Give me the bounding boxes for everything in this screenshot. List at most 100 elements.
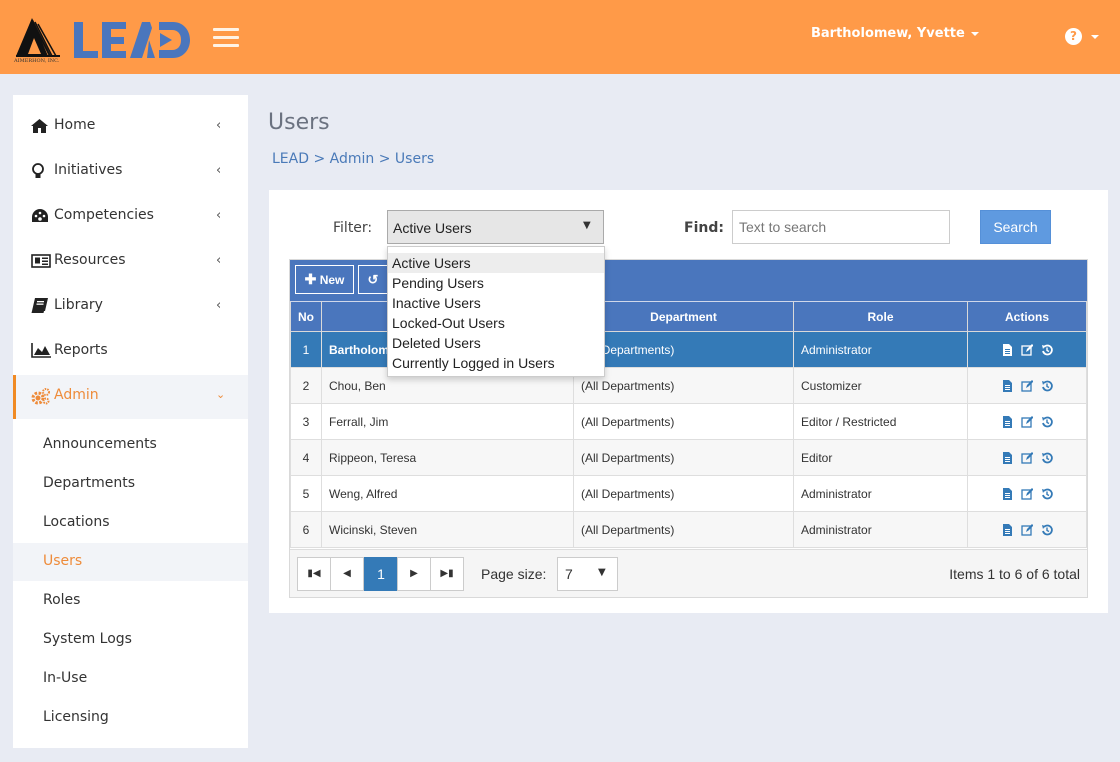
sidebar-item-admin[interactable]: Admin ⌄: [13, 375, 248, 419]
filter-option-inactive-users[interactable]: Inactive Users: [388, 293, 604, 313]
edit-icon[interactable]: [1021, 452, 1034, 464]
sidebar-subitem-announcements[interactable]: Announcements: [13, 426, 248, 464]
chevron-left-icon: ‹: [216, 298, 222, 313]
sidebar-item-initiatives[interactable]: Initiatives ‹: [13, 150, 248, 194]
last-page-button[interactable]: ▶▮: [430, 557, 464, 591]
cell-role: Administrator: [793, 511, 968, 548]
breadcrumb-lead[interactable]: LEAD: [272, 151, 309, 167]
first-page-button[interactable]: ▮◀: [297, 557, 331, 591]
hamburger-line: [213, 28, 239, 31]
sidebar-subitem-label: Departments: [43, 475, 136, 491]
breadcrumb-separator: >: [313, 151, 326, 167]
sidebar: Home ‹ Initiatives ‹ Competencies ‹ Reso…: [13, 95, 248, 748]
sidebar-subitem-label: Roles: [43, 592, 81, 608]
breadcrumb-admin[interactable]: Admin: [330, 151, 375, 167]
filter-dropdown-list: Active Users Pending Users Inactive User…: [387, 246, 605, 377]
sidebar-subitem-locations[interactable]: Locations: [13, 504, 248, 542]
filter-select[interactable]: Active Users ▼: [387, 210, 604, 244]
sidebar-item-home[interactable]: Home ‹: [13, 105, 248, 149]
user-menu[interactable]: Bartholomew, Yvette: [811, 26, 979, 41]
cell-no: 4: [290, 439, 322, 476]
cell-no: 5: [290, 475, 322, 512]
table-row[interactable]: 6 Wicinski, Steven (All Departments) Admini…: [290, 511, 1087, 548]
sidebar-item-label: Admin: [54, 387, 99, 403]
cell-department: (All Departments): [573, 403, 794, 440]
column-header-role[interactable]: Role: [793, 301, 968, 332]
sidebar-subitem-departments[interactable]: Departments: [13, 465, 248, 503]
view-document-icon[interactable]: [1001, 488, 1013, 501]
edit-icon[interactable]: [1021, 380, 1034, 392]
filter-option-deleted-users[interactable]: Deleted Users: [388, 333, 604, 353]
cell-actions: [967, 475, 1087, 512]
breadcrumb: LEAD > Admin > Users: [272, 151, 434, 167]
history-icon[interactable]: [1041, 452, 1053, 464]
cell-no: 3: [290, 403, 322, 440]
column-header-no[interactable]: No: [290, 301, 322, 332]
edit-icon[interactable]: [1021, 488, 1034, 500]
column-header-department[interactable]: Department: [573, 301, 794, 332]
reset-button[interactable]: ↺: [358, 265, 388, 294]
sidebar-item-label: Competencies: [54, 207, 154, 223]
chevron-left-icon: ‹: [216, 163, 222, 178]
page-title: Users: [268, 110, 330, 135]
history-icon[interactable]: [1041, 380, 1053, 392]
search-button[interactable]: Search: [980, 210, 1051, 244]
chevron-left-icon: ‹: [216, 208, 222, 223]
view-document-icon[interactable]: [1001, 524, 1013, 537]
app-logo[interactable]: [72, 20, 194, 60]
history-icon[interactable]: [1041, 416, 1053, 428]
page-size-value: 7: [565, 566, 573, 582]
view-document-icon[interactable]: [1001, 344, 1013, 357]
filter-option-active-users[interactable]: Active Users: [388, 253, 604, 273]
edit-icon[interactable]: [1021, 416, 1034, 428]
page-size-label: Page size:: [481, 566, 547, 582]
cell-actions: [967, 403, 1087, 440]
history-icon[interactable]: [1041, 524, 1053, 536]
search-input[interactable]: [732, 210, 950, 244]
sidebar-item-label: Library: [54, 297, 103, 313]
history-icon[interactable]: [1041, 344, 1053, 356]
page-size-select[interactable]: 7 ▼: [557, 557, 618, 591]
edit-icon[interactable]: [1021, 344, 1034, 356]
sidebar-subitem-label: In-Use: [43, 670, 88, 686]
table-row[interactable]: 5 Weng, Alfred (All Departments) Administra…: [290, 475, 1087, 512]
view-document-icon[interactable]: [1001, 452, 1013, 465]
breadcrumb-users[interactable]: Users: [395, 151, 434, 167]
help-menu[interactable]: ?: [1065, 26, 1099, 45]
sidebar-subitem-roles[interactable]: Roles: [13, 582, 248, 620]
next-page-button[interactable]: ▶: [397, 557, 431, 591]
sidebar-subitem-system-logs[interactable]: System Logs: [13, 621, 248, 659]
dropdown-arrow-icon: ▼: [598, 567, 606, 578]
pager: ▮◀ ◀ 1 ▶ ▶▮ Page size: 7 ▼ Items 1 to 6 …: [290, 549, 1087, 597]
filter-option-currently-logged-in-users[interactable]: Currently Logged in Users: [388, 353, 604, 373]
edit-icon[interactable]: [1021, 524, 1034, 536]
sidebar-subitem-label: Licensing: [43, 709, 109, 725]
prev-page-button[interactable]: ◀: [330, 557, 364, 591]
sidebar-subitem-users[interactable]: Users: [13, 543, 248, 581]
cell-role: Editor: [793, 439, 968, 476]
sidebar-item-reports[interactable]: Reports: [13, 330, 248, 374]
cell-actions: [967, 511, 1087, 548]
table-row[interactable]: 3 Ferrall, Jim (All Departments) Editor / R…: [290, 403, 1087, 440]
sidebar-subitem-in-use[interactable]: In-Use: [13, 660, 248, 698]
view-document-icon[interactable]: [1001, 380, 1013, 393]
caret-down-icon: [970, 31, 979, 36]
sidebar-toggle-button[interactable]: [213, 28, 239, 48]
sidebar-item-resources[interactable]: Resources ‹: [13, 240, 248, 284]
table-row[interactable]: 4 Rippeon, Teresa (All Departments) Editor: [290, 439, 1087, 476]
new-user-button[interactable]: ✚ New: [295, 265, 354, 294]
sidebar-subitem-licensing[interactable]: Licensing: [13, 699, 248, 737]
sidebar-item-library[interactable]: Library ‹: [13, 285, 248, 329]
hamburger-line: [213, 44, 239, 47]
sidebar-item-competencies[interactable]: Competencies ‹: [13, 195, 248, 239]
filter-option-pending-users[interactable]: Pending Users: [388, 273, 604, 293]
cell-name: Ferrall, Jim: [321, 403, 574, 440]
view-document-icon[interactable]: [1001, 416, 1013, 429]
plus-icon: ✚: [304, 271, 317, 287]
cell-actions: [967, 367, 1087, 404]
sidebar-item-label: Initiatives: [54, 162, 123, 178]
filter-option-locked-out-users[interactable]: Locked-Out Users: [388, 313, 604, 333]
chevron-left-icon: ‹: [216, 253, 222, 268]
history-icon[interactable]: [1041, 488, 1053, 500]
page-1-button[interactable]: 1: [364, 557, 398, 591]
